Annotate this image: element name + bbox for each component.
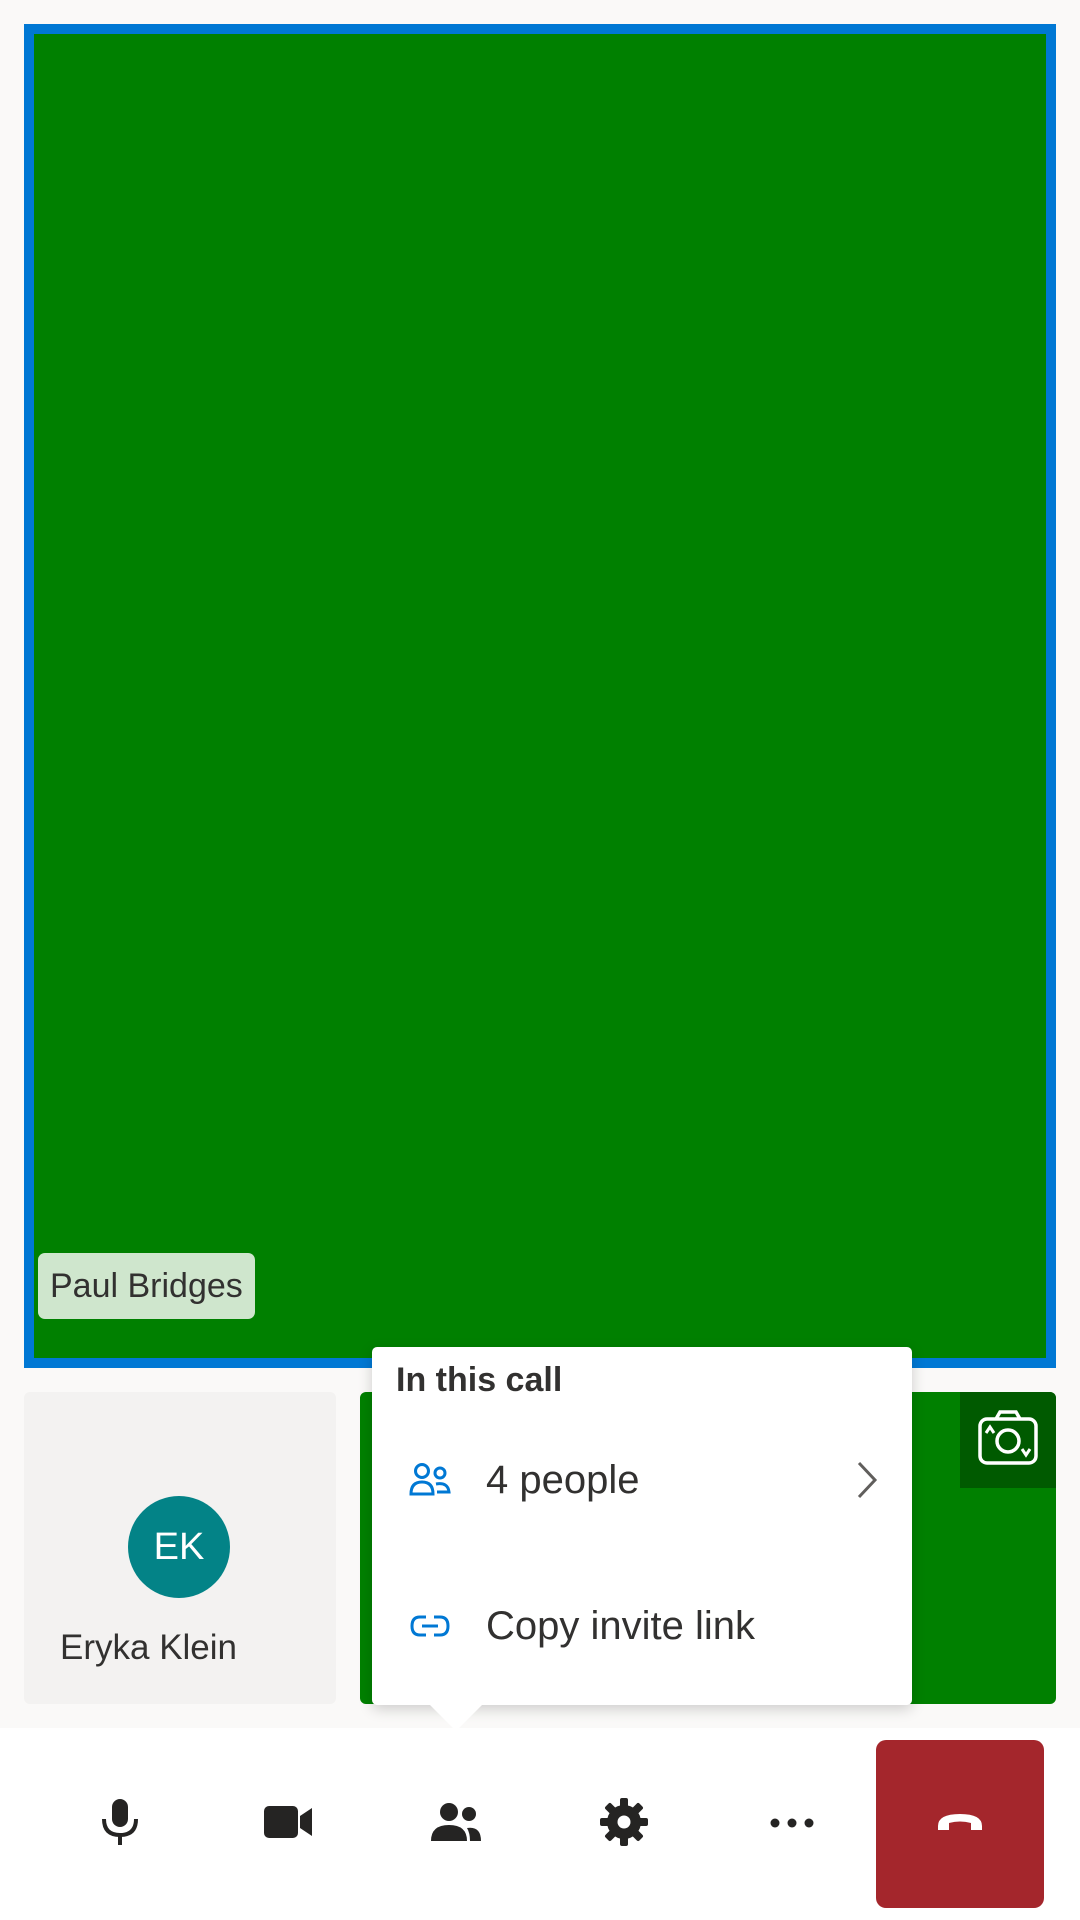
- avatar: EK: [128, 1496, 230, 1598]
- phone-hangup-icon: [935, 1811, 985, 1838]
- link-icon: [404, 1600, 456, 1652]
- participant-tile: EK Eryka Klein: [24, 1392, 336, 1704]
- switch-camera-button[interactable]: [960, 1392, 1056, 1488]
- participant-tile-name: Eryka Klein: [60, 1628, 238, 1667]
- settings-button[interactable]: [564, 1760, 684, 1888]
- camera-button[interactable]: [228, 1760, 348, 1888]
- people-count-item[interactable]: 4 people: [372, 1420, 912, 1540]
- people-count-label: 4 people: [486, 1457, 640, 1502]
- copy-invite-link-label: Copy invite link: [486, 1603, 756, 1648]
- chevron-right-icon: [856, 1460, 878, 1505]
- main-video-tile: [24, 24, 1056, 1368]
- popup-title: In this call: [396, 1361, 563, 1399]
- popup-beak: [428, 1703, 484, 1731]
- end-call-button[interactable]: [876, 1740, 1044, 1908]
- gear-icon: [600, 1797, 648, 1851]
- people-icon: [404, 1454, 456, 1506]
- microphone-icon: [100, 1797, 140, 1852]
- more-options-button[interactable]: [732, 1760, 852, 1888]
- video-camera-icon: [262, 1804, 314, 1845]
- switch-camera-icon: [976, 1409, 1040, 1472]
- copy-invite-link-item[interactable]: Copy invite link: [372, 1566, 912, 1686]
- participant-name: Paul Bridges: [50, 1266, 243, 1305]
- participant-name-chip: Paul Bridges: [38, 1253, 255, 1319]
- people-icon: [429, 1801, 483, 1848]
- avatar-initials: EK: [153, 1525, 205, 1568]
- people-button[interactable]: [396, 1760, 516, 1888]
- more-icon: [770, 1815, 814, 1833]
- microphone-button[interactable]: [60, 1760, 180, 1888]
